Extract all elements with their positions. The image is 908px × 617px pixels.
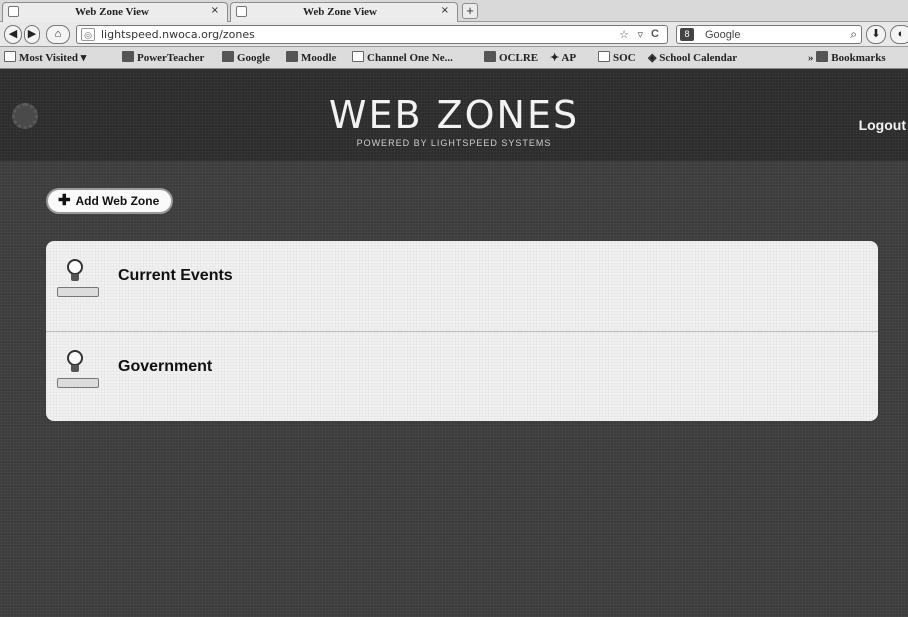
bookmark-moodle[interactable]: Moodle [286, 51, 336, 64]
download-icon[interactable]: ⬇ [866, 25, 886, 44]
bookmark-ap[interactable]: ✦ AP [550, 51, 576, 64]
bookmark-bookmarks[interactable]: » Bookmarks [808, 51, 886, 64]
web-zone-row-government[interactable]: Government [46, 331, 878, 421]
chevron-right-icon: » [808, 52, 817, 64]
channel-one-icon [352, 51, 364, 62]
close-tab-icon[interactable]: × [211, 5, 219, 16]
zone-name[interactable]: Current Events [118, 267, 233, 285]
bookmark-powerteacher[interactable]: PowerTeacher [122, 51, 204, 64]
folder-icon [4, 51, 16, 62]
forward-arrow-icon[interactable]: ▶ [24, 25, 40, 44]
page-icon [8, 6, 19, 17]
bookmark-channel-one[interactable]: Channel One Ne... [352, 51, 453, 64]
add-web-zone-button[interactable]: ✚ Add Web Zone [46, 188, 174, 214]
page-icon [598, 51, 610, 62]
close-tab-icon[interactable]: × [441, 5, 449, 16]
ap-icon: ✦ [550, 52, 562, 64]
bookmark-oclre[interactable]: OCLRE [484, 51, 538, 64]
search-icon[interactable]: ⌕ [850, 27, 857, 42]
app-header: WEB ZONES POWERED BY LIGHTSPEED SYSTEMS … [0, 69, 908, 161]
url-bar[interactable]: ◎ lightspeed.nwoca.org/zones ☆ ▿ C [76, 25, 668, 44]
site-identity-icon[interactable]: ◎ [81, 28, 95, 41]
zone-name[interactable]: Government [118, 358, 212, 376]
back-arrow-icon[interactable]: ◀ [4, 25, 22, 44]
home-icon[interactable]: ⌂ [46, 25, 70, 44]
browser-tab[interactable]: Web Zone View × [230, 2, 458, 22]
dropdown-icon[interactable]: ▿ [637, 28, 643, 41]
oclre-icon [484, 51, 496, 62]
page-icon [236, 6, 247, 17]
bookmark-soc[interactable]: SOC [598, 51, 636, 64]
tab-title: Web Zone View [75, 6, 149, 18]
google-icon [222, 51, 234, 62]
moodle-icon [286, 51, 298, 62]
bookmarks-bar: Most Visited ▾ PowerTeacher Google Moodl… [0, 47, 908, 69]
web-zones-app: WEB ZONES POWERED BY LIGHTSPEED SYSTEMS … [0, 69, 908, 617]
bookmark-most-visited[interactable]: Most Visited ▾ [4, 51, 86, 64]
logout-link[interactable]: Logout [859, 117, 906, 133]
plus-icon: ✚ [58, 192, 71, 209]
bookmarks-icon [816, 51, 829, 62]
powerteacher-icon [122, 51, 134, 62]
new-tab-button[interactable]: + [462, 3, 478, 19]
web-zone-list: Current Events Government [46, 241, 878, 421]
page-subtitle: POWERED BY LIGHTSPEED SYSTEMS [356, 138, 552, 148]
bookmark-google[interactable]: Google [222, 51, 270, 64]
page-title: WEB ZONES [328, 93, 580, 137]
browser-tab-bar: Web Zone View × Web Zone View × + [0, 0, 908, 22]
search-engine-label: Google [705, 29, 741, 41]
bookmark-school-calendar[interactable]: ◈ School Calendar [648, 51, 737, 64]
google-icon[interactable]: 8 [680, 28, 694, 41]
addon-icon[interactable]: ◐ [890, 25, 908, 44]
zone-toggle-switch[interactable] [57, 378, 99, 388]
lightbulb-icon [66, 259, 84, 285]
tab-title: Web Zone View [303, 6, 377, 18]
browser-nav-bar: ◀ ▶ ⌂ ◎ lightspeed.nwoca.org/zones ☆ ▿ C… [0, 22, 908, 47]
search-bar[interactable]: 8 Google ⌕ [676, 25, 862, 44]
bookmark-star-icon[interactable]: ☆ [619, 28, 629, 41]
add-web-zone-label: Add Web Zone [75, 194, 160, 208]
web-zone-row-current-events[interactable]: Current Events [46, 241, 878, 331]
lightbulb-icon [66, 350, 84, 376]
browser-tab[interactable]: Web Zone View × [2, 2, 228, 22]
calendar-icon: ◈ [648, 52, 660, 64]
reload-icon[interactable]: C [651, 28, 659, 40]
zone-toggle-switch[interactable] [57, 287, 99, 297]
url-text: lightspeed.nwoca.org/zones [101, 28, 255, 41]
